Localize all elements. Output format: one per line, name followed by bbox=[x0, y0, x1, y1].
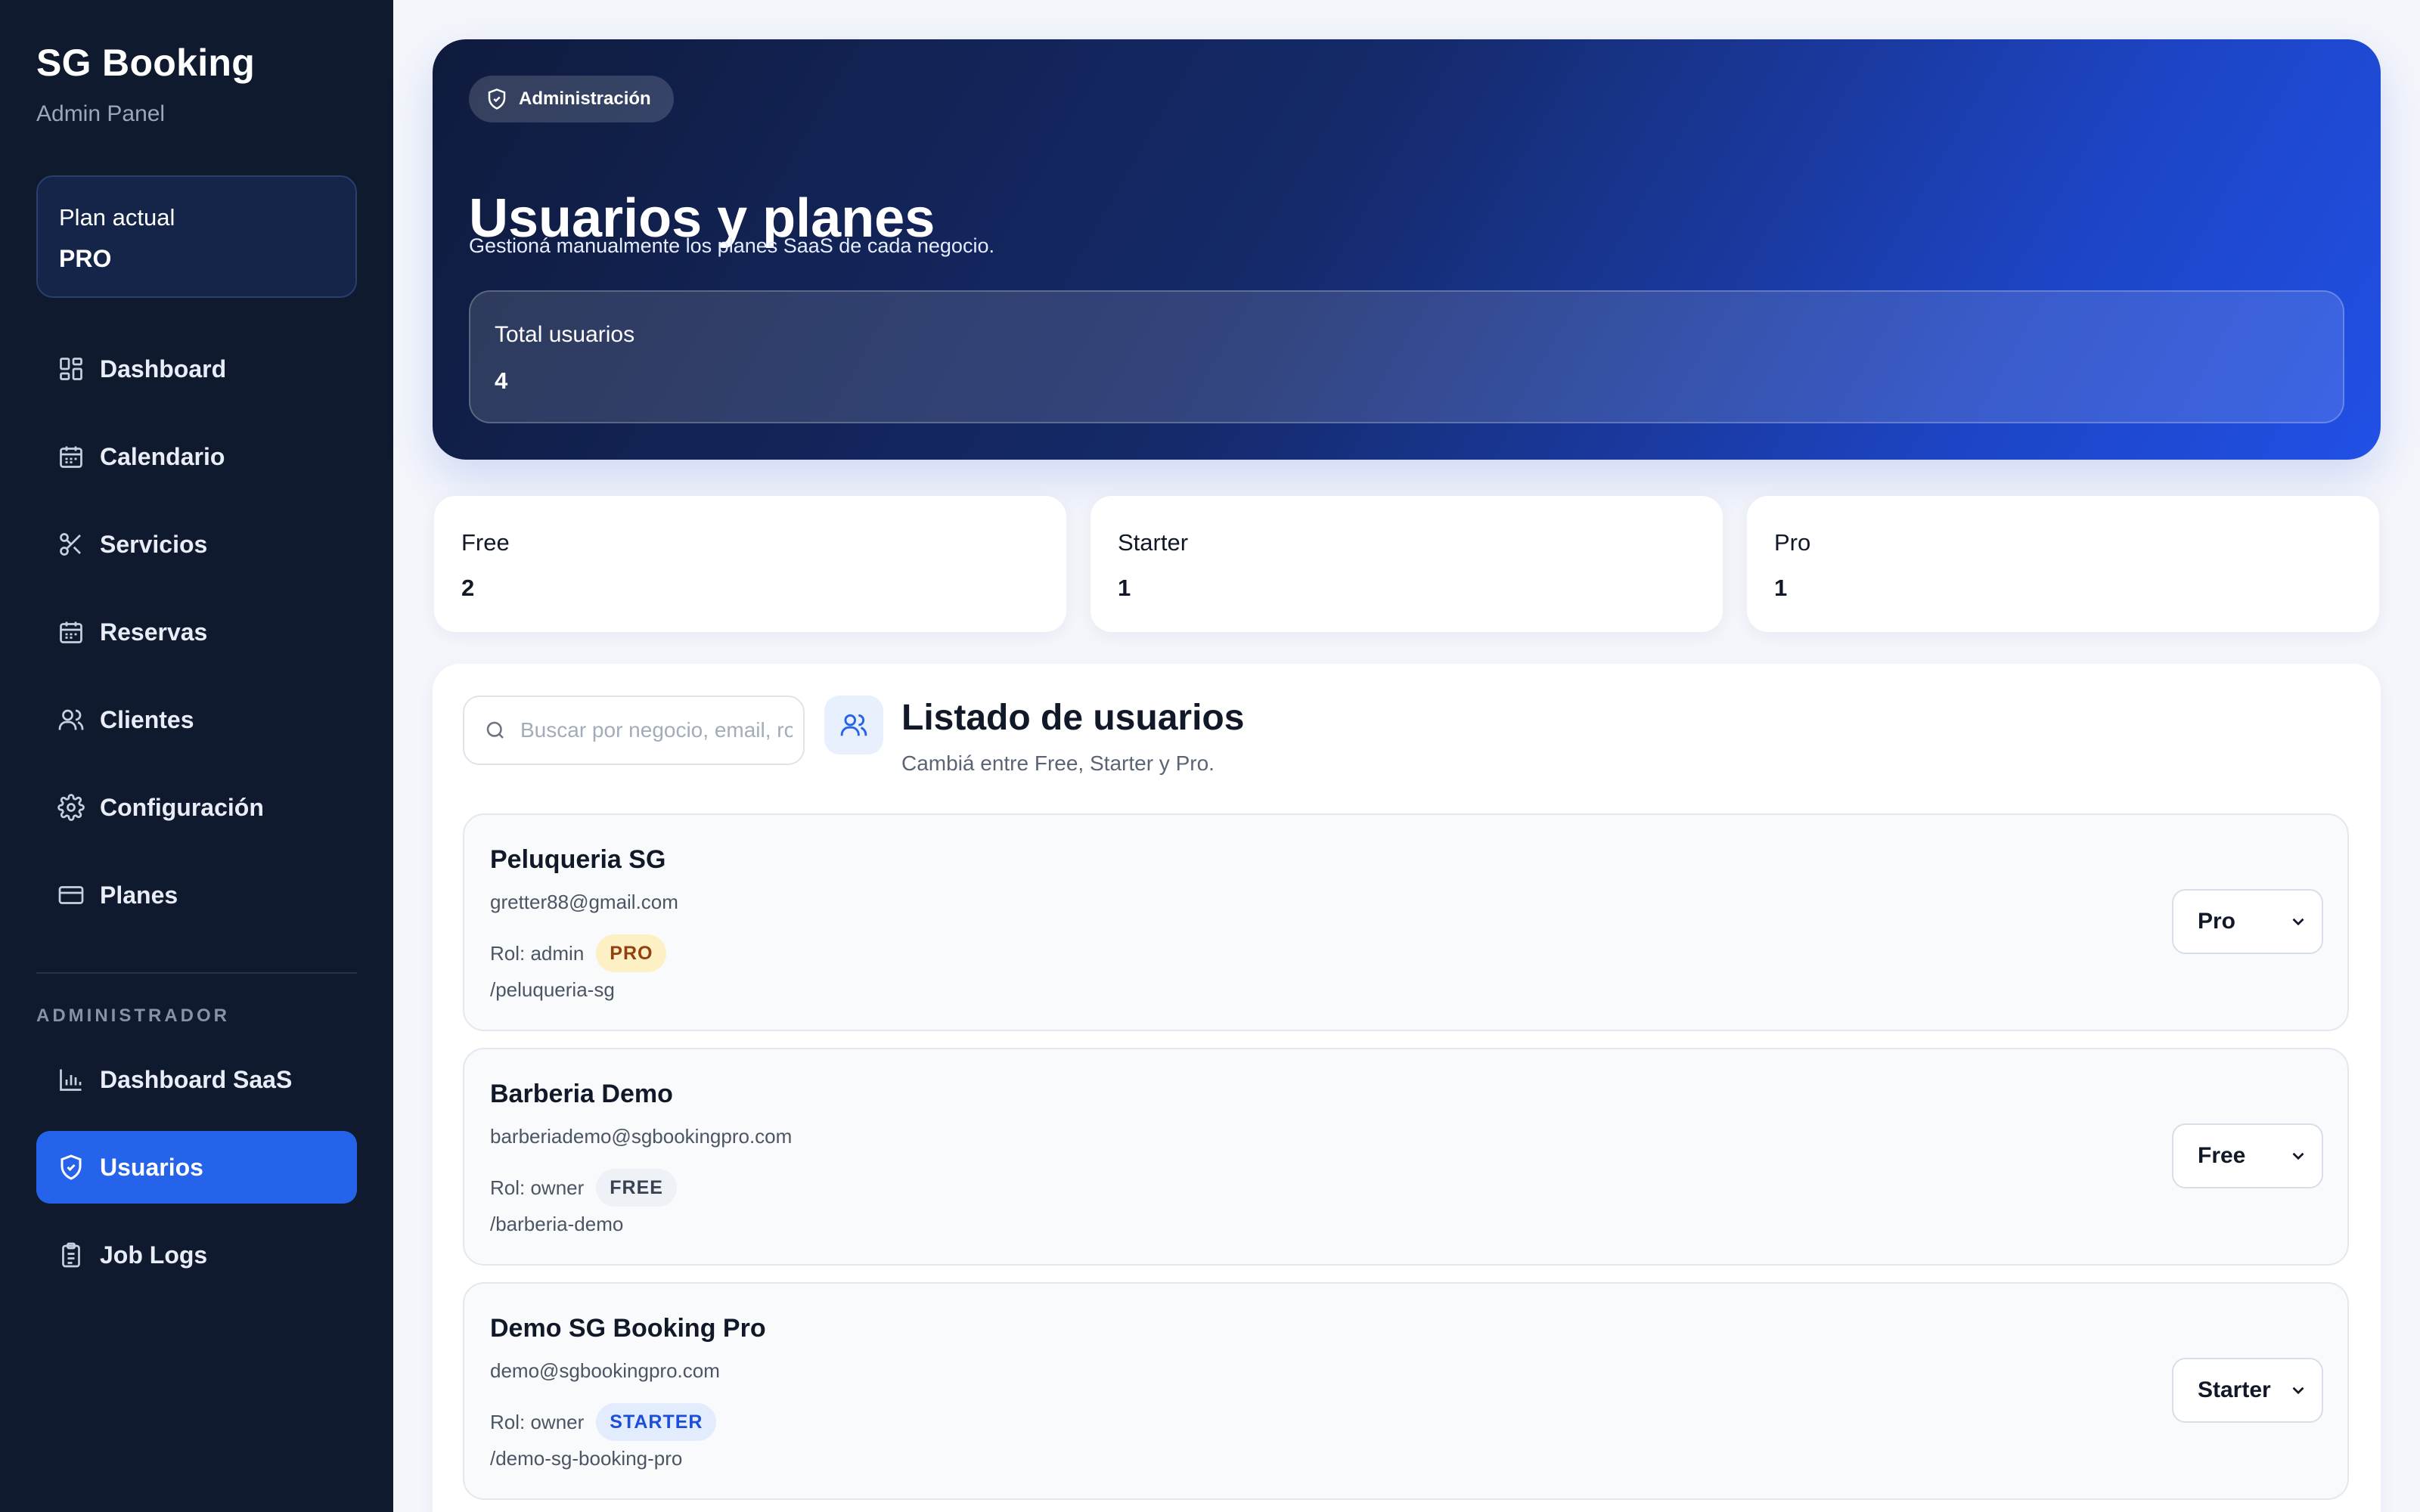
plan-count-value: 1 bbox=[1774, 575, 1788, 601]
user-role-row: Rol: owner FREE bbox=[490, 1169, 677, 1207]
plan-select[interactable]: Pro bbox=[2172, 889, 2323, 954]
sidebar-item-label: Usuarios bbox=[100, 1153, 203, 1181]
plan-select-value: Pro bbox=[2198, 909, 2236, 934]
users-icon bbox=[839, 711, 868, 739]
sidebar-item-calendario[interactable]: Calendario bbox=[36, 420, 357, 493]
current-plan-card: Plan actual PRO bbox=[36, 175, 357, 298]
plan-count-pro: Pro 1 bbox=[1747, 496, 2379, 632]
admin-badge-label: Administración bbox=[519, 88, 651, 109]
user-card: Demo SG Booking Pro demo@sgbookingpro.co… bbox=[463, 1282, 2349, 1500]
sidebar-item-label: Reservas bbox=[100, 618, 208, 646]
users-icon bbox=[57, 706, 85, 733]
users-list-subtitle: Cambiá entre Free, Starter y Pro. bbox=[901, 751, 1215, 775]
sidebar-item-dashboard[interactable]: Dashboard bbox=[36, 333, 357, 405]
calendar-icon bbox=[57, 443, 85, 470]
chevron-down-icon bbox=[2288, 912, 2308, 931]
sidebar-item-label: Dashboard SaaS bbox=[100, 1065, 293, 1093]
gear-icon bbox=[57, 794, 85, 821]
sidebar-item-label: Calendario bbox=[100, 442, 225, 470]
bar-chart-icon bbox=[57, 1066, 85, 1093]
sidebar-divider bbox=[36, 972, 357, 974]
hero-banner: Administración Usuarios y planes Gestion… bbox=[433, 39, 2381, 460]
users-list-title: Listado de usuarios bbox=[901, 698, 1245, 738]
plan-badge: FREE bbox=[596, 1169, 677, 1207]
admin-section-label: ADMINISTRADOR bbox=[36, 1005, 230, 1026]
sidebar-item-label: Clientes bbox=[100, 705, 194, 733]
search-icon bbox=[484, 719, 507, 742]
plan-count-label: Starter bbox=[1118, 529, 1189, 556]
sidebar-item-planes[interactable]: Planes bbox=[36, 859, 357, 931]
sidebar-item-label: Job Logs bbox=[100, 1241, 208, 1269]
user-role-row: Rol: owner STARTER bbox=[490, 1403, 717, 1441]
current-plan-value: PRO bbox=[59, 245, 112, 272]
plan-count-free: Free 2 bbox=[434, 496, 1066, 632]
user-email: demo@sgbookingpro.com bbox=[490, 1359, 720, 1382]
plan-count-value: 1 bbox=[1118, 575, 1131, 601]
user-slug: /demo-sg-booking-pro bbox=[490, 1447, 683, 1470]
chevron-down-icon bbox=[2288, 1146, 2308, 1166]
sidebar-item-reservas[interactable]: Reservas bbox=[36, 596, 357, 668]
search-box[interactable] bbox=[463, 696, 805, 765]
page-subtitle: Gestioná manualmente los planes SaaS de … bbox=[469, 234, 994, 257]
sidebar-item-clientes[interactable]: Clientes bbox=[36, 683, 357, 756]
brand-title: SG Booking bbox=[36, 42, 256, 84]
search-input[interactable] bbox=[520, 718, 793, 742]
plan-badge: STARTER bbox=[596, 1403, 717, 1441]
sidebar-item-label: Configuración bbox=[100, 793, 264, 821]
user-slug: /peluqueria-sg bbox=[490, 978, 615, 1001]
clipboard-icon bbox=[57, 1241, 85, 1269]
chevron-down-icon bbox=[2288, 1380, 2308, 1400]
sidebar-item-label: Dashboard bbox=[100, 355, 227, 383]
brand-subtitle: Admin Panel bbox=[36, 101, 166, 126]
admin-badge: Administración bbox=[469, 76, 674, 122]
shield-icon bbox=[486, 88, 508, 110]
sidebar-item-dashboard-saas[interactable]: Dashboard SaaS bbox=[36, 1043, 357, 1116]
user-name: Demo SG Booking Pro bbox=[490, 1314, 766, 1343]
sidebar: SG Booking Admin Panel Plan actual PRO D… bbox=[0, 0, 393, 1512]
user-email: barberiademo@sgbookingpro.com bbox=[490, 1125, 793, 1148]
current-plan-label: Plan actual bbox=[59, 204, 175, 231]
user-card: Barberia Demo barberiademo@sgbookingpro.… bbox=[463, 1048, 2349, 1266]
user-role: Rol: admin bbox=[490, 941, 585, 965]
shield-icon bbox=[57, 1154, 85, 1181]
user-slug: /barberia-demo bbox=[490, 1213, 624, 1235]
user-role: Rol: owner bbox=[490, 1410, 585, 1433]
users-list-panel: Listado de usuarios Cambiá entre Free, S… bbox=[433, 664, 2381, 1512]
user-role: Rol: owner bbox=[490, 1176, 585, 1199]
dashboard-icon bbox=[57, 355, 85, 383]
scissors-icon bbox=[57, 531, 85, 558]
plan-count-value: 2 bbox=[461, 575, 475, 601]
sidebar-item-servicios[interactable]: Servicios bbox=[36, 508, 357, 581]
plan-count-label: Free bbox=[461, 529, 510, 556]
sidebar-item-label: Servicios bbox=[100, 530, 208, 558]
plan-badge: PRO bbox=[596, 934, 667, 972]
plan-count-label: Pro bbox=[1774, 529, 1811, 556]
users-list-icon-box bbox=[824, 696, 883, 754]
plan-select[interactable]: Free bbox=[2172, 1123, 2323, 1188]
user-name: Barberia Demo bbox=[490, 1080, 673, 1108]
user-role-row: Rol: admin PRO bbox=[490, 934, 667, 972]
sidebar-item-usuarios[interactable]: Usuarios bbox=[36, 1131, 357, 1204]
sidebar-item-configuracion[interactable]: Configuración bbox=[36, 771, 357, 844]
calendar-icon bbox=[57, 618, 85, 646]
credit-card-icon bbox=[57, 881, 85, 909]
sidebar-item-label: Planes bbox=[100, 881, 178, 909]
sidebar-item-job-logs[interactable]: Job Logs bbox=[36, 1219, 357, 1291]
user-email: gretter88@gmail.com bbox=[490, 891, 678, 913]
total-users-label: Total usuarios bbox=[495, 322, 635, 347]
user-card: Peluqueria SG gretter88@gmail.com Rol: a… bbox=[463, 813, 2349, 1031]
plan-count-starter: Starter 1 bbox=[1091, 496, 1723, 632]
plan-select[interactable]: Starter bbox=[2172, 1358, 2323, 1423]
total-users-value: 4 bbox=[495, 367, 508, 394]
total-users-card: Total usuarios 4 bbox=[469, 290, 2344, 423]
plan-select-value: Free bbox=[2198, 1143, 2246, 1168]
user-name: Peluqueria SG bbox=[490, 845, 666, 874]
plan-select-value: Starter bbox=[2198, 1377, 2271, 1402]
